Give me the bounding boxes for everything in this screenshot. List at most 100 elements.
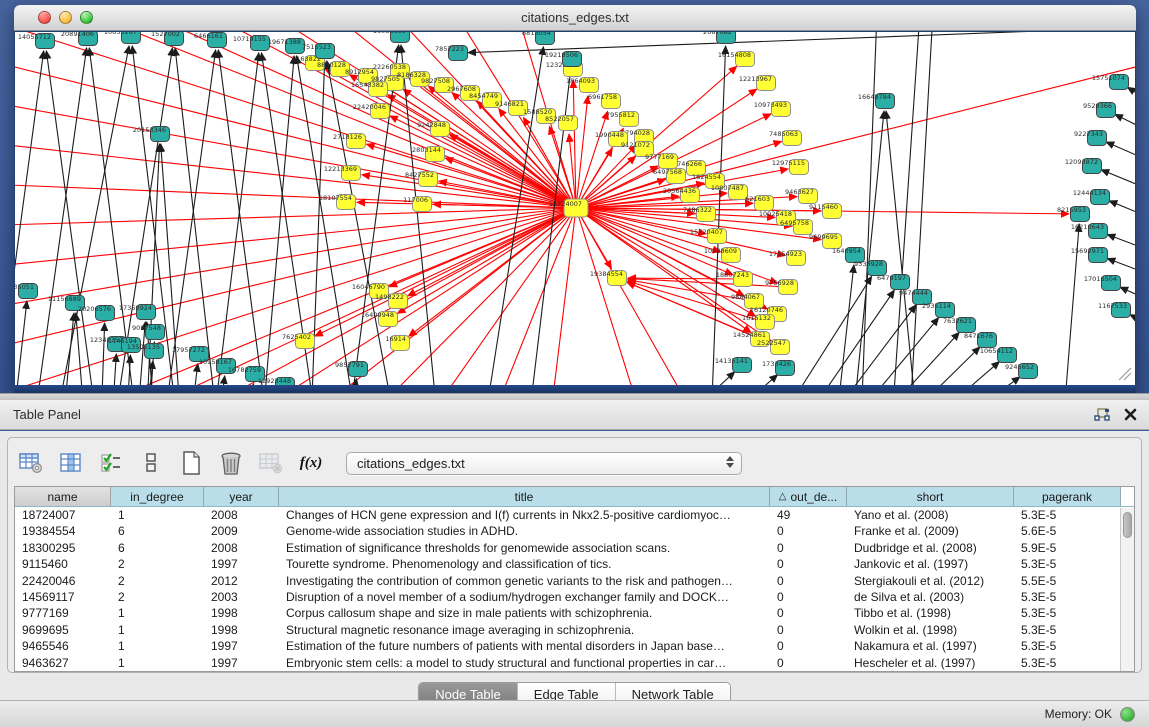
cell-short[interactable]: Franke et al. (2009): [847, 523, 1014, 539]
column-header-title[interactable]: title: [279, 487, 770, 506]
cell-title[interactable]: Tourette syndrome. Phenomenology and cla…: [279, 556, 770, 572]
cell-in-degree[interactable]: 2: [111, 556, 204, 572]
cell-year[interactable]: 2012: [204, 573, 279, 589]
row-height-icon[interactable]: [138, 450, 164, 476]
graph-node[interactable]: 6961758: [588, 93, 620, 109]
graph-node[interactable]: 8427552: [405, 171, 437, 187]
cell-pagerank[interactable]: 5.3E-5: [1014, 507, 1121, 523]
memory-ok-indicator-icon[interactable]: [1120, 707, 1135, 722]
delete-trash-icon[interactable]: [218, 450, 244, 476]
cell-out-de-[interactable]: 0: [770, 523, 847, 539]
graph-node[interactable]: 1864093: [566, 77, 598, 93]
cell-in-degree[interactable]: 6: [111, 523, 204, 539]
column-header-short[interactable]: short: [847, 487, 1014, 506]
graph-node[interactable]: 6479197: [877, 274, 909, 290]
graph-node[interactable]: 2522547: [757, 339, 789, 355]
cell-title[interactable]: Disruption of a novel member of a sodium…: [279, 589, 770, 605]
cell-title[interactable]: Embryonic stem cells: a model to study s…: [279, 655, 770, 671]
cell-out-de-[interactable]: 0: [770, 556, 847, 572]
graph-node[interactable]: 8215953: [1057, 206, 1089, 222]
cell-out-de-[interactable]: 0: [770, 605, 847, 621]
graph-node[interactable]: 1167533: [1098, 302, 1130, 318]
graph-node[interactable]: 6495758: [780, 219, 812, 235]
graph-node[interactable]: 13505135: [127, 343, 164, 359]
cell-pagerank[interactable]: 5.3E-5: [1014, 622, 1121, 638]
cell-short[interactable]: Hescheler et al. (1997): [847, 655, 1014, 671]
graph-node[interactable]: 20206576: [78, 305, 115, 321]
cell-out-de-[interactable]: 0: [770, 622, 847, 638]
graph-node[interactable]: 20891406: [61, 32, 98, 46]
cell-year[interactable]: 2008: [204, 507, 279, 523]
graph-node[interactable]: 6466161: [194, 32, 226, 48]
cell-title[interactable]: Investigating the contribution of common…: [279, 573, 770, 589]
graph-node[interactable]: 1527002: [151, 32, 183, 46]
cell-short[interactable]: Yano et al. (2008): [847, 507, 1014, 523]
network-window-titlebar[interactable]: citations_edges.txt: [14, 5, 1136, 31]
graph-node[interactable]: 17359924: [119, 304, 156, 320]
graph-node[interactable]: 10719155: [233, 35, 270, 51]
cell-name[interactable]: 9699695: [15, 622, 111, 638]
cell-in-degree[interactable]: 1: [111, 622, 204, 638]
close-panel-icon[interactable]: [1124, 408, 1137, 421]
cell-out-de-[interactable]: 0: [770, 589, 847, 605]
graph-node[interactable]: 9463627: [785, 188, 817, 204]
table-row[interactable]: 969969511998Structural magnetic resonanc…: [15, 622, 1134, 638]
cell-out-de-[interactable]: 49: [770, 507, 847, 523]
cell-year[interactable]: 1998: [204, 605, 279, 621]
cell-title[interactable]: Structural magnetic resonance image aver…: [279, 622, 770, 638]
graph-node[interactable]: 7632621: [943, 317, 975, 333]
column-header-in-degree[interactable]: in_degree: [111, 487, 204, 506]
cell-pagerank[interactable]: 5.5E-5: [1014, 573, 1121, 589]
cell-pagerank[interactable]: 5.3E-5: [1014, 655, 1121, 671]
cell-pagerank[interactable]: 5.3E-5: [1014, 556, 1121, 572]
network-canvas[interactable]: 1872400771638228860128891295422260538982…: [15, 32, 1135, 385]
graph-node[interactable]: 7857223: [435, 45, 467, 61]
cell-year[interactable]: 2003: [204, 589, 279, 605]
cell-short[interactable]: Wolkin et al. (1998): [847, 622, 1014, 638]
cell-in-degree[interactable]: 1: [111, 638, 204, 654]
network-window[interactable]: citations_edges.txt 18724007716382288601…: [14, 5, 1136, 393]
table-row[interactable]: 2242004622012Investigating the contribut…: [15, 573, 1134, 589]
graph-node[interactable]: 9756928: [765, 279, 797, 295]
delete-table-icon[interactable]: [258, 450, 284, 476]
graph-node[interactable]: 10973493: [754, 101, 791, 117]
graph-node[interactable]: 2687682: [703, 32, 735, 44]
graph-node[interactable]: 9242848: [417, 121, 449, 137]
graph-node[interactable]: 7485063: [769, 130, 801, 146]
cell-short[interactable]: Jankovic et al. (1997): [847, 556, 1014, 572]
table-source-combobox[interactable]: citations_edges.txt: [346, 452, 742, 475]
cell-year[interactable]: 2008: [204, 540, 279, 556]
cell-name[interactable]: 18724007: [15, 507, 111, 523]
graph-node[interactable]: 14055712: [18, 33, 55, 49]
scrollbar-thumb[interactable]: [1123, 512, 1132, 538]
select-columns-icon[interactable]: [98, 450, 124, 476]
graph-node[interactable]: 20153346: [133, 126, 170, 142]
cell-name[interactable]: 18300295: [15, 540, 111, 556]
cell-title[interactable]: Genome-wide association studies in ADHD.: [279, 523, 770, 539]
graph-node[interactable]: 12213967: [739, 75, 776, 91]
split-pane-divider[interactable]: [0, 393, 1149, 400]
graph-node[interactable]: 16914: [385, 335, 409, 351]
cell-short[interactable]: de Silva et al. (2003): [847, 589, 1014, 605]
cell-name[interactable]: 9465546: [15, 638, 111, 654]
graph-node[interactable]: 12975115: [772, 159, 809, 175]
column-header-pagerank[interactable]: pagerank: [1014, 487, 1121, 506]
table-vertical-scrollbar[interactable]: [1120, 508, 1134, 671]
table-row[interactable]: 977716911998Corpus callosum shape and si…: [15, 605, 1134, 621]
graph-node[interactable]: 22420046: [353, 103, 390, 119]
graph-node[interactable]: 9245652: [1005, 363, 1037, 379]
cell-year[interactable]: 1997: [204, 556, 279, 572]
graph-node[interactable]: 7955812: [606, 111, 638, 127]
graph-node[interactable]: 10807487: [711, 184, 748, 200]
cell-name[interactable]: 19384554: [15, 523, 111, 539]
cell-title[interactable]: Estimation of significance thresholds fo…: [279, 540, 770, 556]
function-builder-icon[interactable]: f(x): [298, 450, 324, 476]
column-header-out-de-[interactable]: △out_de...: [770, 487, 847, 506]
cell-year[interactable]: 1998: [204, 622, 279, 638]
graph-node[interactable]: 9777169: [645, 153, 677, 169]
cell-title[interactable]: Corpus callosum shape and size in male p…: [279, 605, 770, 621]
cell-pagerank[interactable]: 5.3E-5: [1014, 589, 1121, 605]
cell-short[interactable]: Nakamura et al. (1997): [847, 638, 1014, 654]
table-row[interactable]: 1938455462009Genome-wide association stu…: [15, 523, 1134, 539]
table-row[interactable]: 946554611997Estimation of the future num…: [15, 638, 1134, 654]
